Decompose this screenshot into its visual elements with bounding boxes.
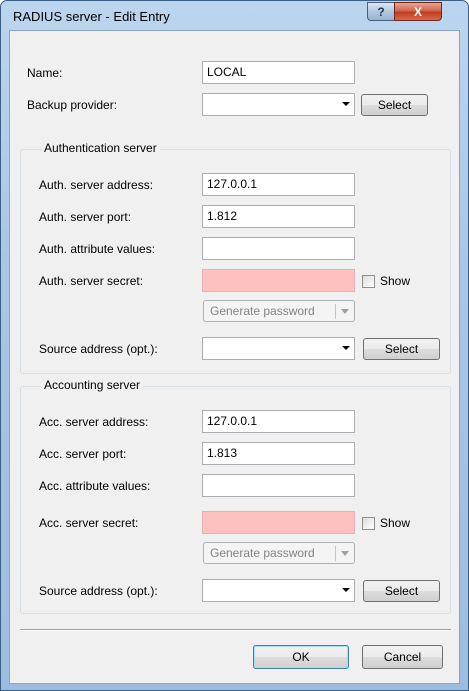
help-button[interactable]: ?	[367, 2, 395, 21]
chevron-down-icon	[342, 346, 350, 350]
auth-secret-label: Auth. server secret:	[39, 274, 144, 288]
acc-generate-password-button[interactable]: Generate password	[203, 542, 355, 564]
chevron-down-icon	[341, 309, 349, 314]
chevron-down-icon	[341, 551, 349, 556]
close-button[interactable]: X	[394, 2, 442, 21]
dialog-body: Name: LOCAL Backup provider: Select Auth…	[9, 30, 460, 684]
split-divider	[335, 546, 336, 561]
acc-source-combo[interactable]	[202, 579, 355, 602]
title-bar[interactable]: RADIUS server - Edit Entry ? X	[1, 1, 468, 31]
acc-address-label: Acc. server address:	[39, 415, 149, 429]
acc-show-checkbox[interactable]	[362, 517, 375, 530]
auth-show-label: Show	[380, 274, 411, 288]
acc-port-input[interactable]: 1.813	[202, 442, 355, 465]
auth-source-combo[interactable]	[202, 337, 355, 360]
help-icon: ?	[377, 4, 385, 19]
acc-show-label: Show	[380, 516, 411, 530]
auth-secret-input[interactable]	[202, 269, 355, 292]
backup-select-button[interactable]: Select	[361, 94, 428, 116]
chevron-down-icon	[342, 102, 350, 106]
acc-address-input[interactable]: 127.0.0.1	[202, 410, 355, 433]
auth-attr-label: Auth. attribute values:	[39, 242, 156, 256]
name-label: Name:	[27, 66, 63, 80]
auth-address-label: Auth. server address:	[39, 178, 154, 192]
acc-secret-label: Acc. server secret:	[39, 516, 139, 530]
backup-provider-label: Backup provider:	[27, 98, 118, 112]
auth-generate-password-label: Generate password	[210, 304, 315, 318]
footer-divider	[20, 629, 451, 631]
auth-port-label: Auth. server port:	[39, 210, 132, 224]
auth-generate-password-button[interactable]: Generate password	[203, 300, 355, 322]
auth-address-input[interactable]: 127.0.0.1	[202, 173, 355, 196]
auth-source-select-button[interactable]: Select	[363, 338, 440, 360]
auth-port-input[interactable]: 1.812	[202, 205, 355, 228]
acc-attr-input[interactable]	[202, 474, 355, 497]
acc-attr-label: Acc. attribute values:	[39, 479, 151, 493]
acc-generate-password-label: Generate password	[210, 546, 315, 560]
split-divider	[335, 304, 336, 319]
cancel-button[interactable]: Cancel	[362, 645, 443, 669]
auth-attr-input[interactable]	[202, 237, 355, 260]
auth-source-label: Source address (opt.):	[39, 342, 158, 356]
dialog-window: RADIUS server - Edit Entry ? X Name: LOC…	[0, 0, 469, 691]
ok-button[interactable]: OK	[253, 645, 349, 669]
name-input[interactable]: LOCAL	[202, 61, 355, 84]
acc-port-label: Acc. server port:	[39, 447, 127, 461]
auth-show-checkbox[interactable]	[362, 275, 375, 288]
auth-group-title: Authentication server	[41, 141, 160, 155]
acc-source-select-button[interactable]: Select	[363, 580, 440, 602]
acc-group-title: Accounting server	[41, 378, 144, 392]
window-title: RADIUS server - Edit Entry	[13, 9, 170, 24]
chevron-down-icon	[342, 588, 350, 592]
close-icon: X	[413, 4, 422, 19]
acc-source-label: Source address (opt.):	[39, 584, 158, 598]
acc-secret-input[interactable]	[202, 511, 355, 534]
backup-provider-combo[interactable]	[202, 93, 355, 116]
